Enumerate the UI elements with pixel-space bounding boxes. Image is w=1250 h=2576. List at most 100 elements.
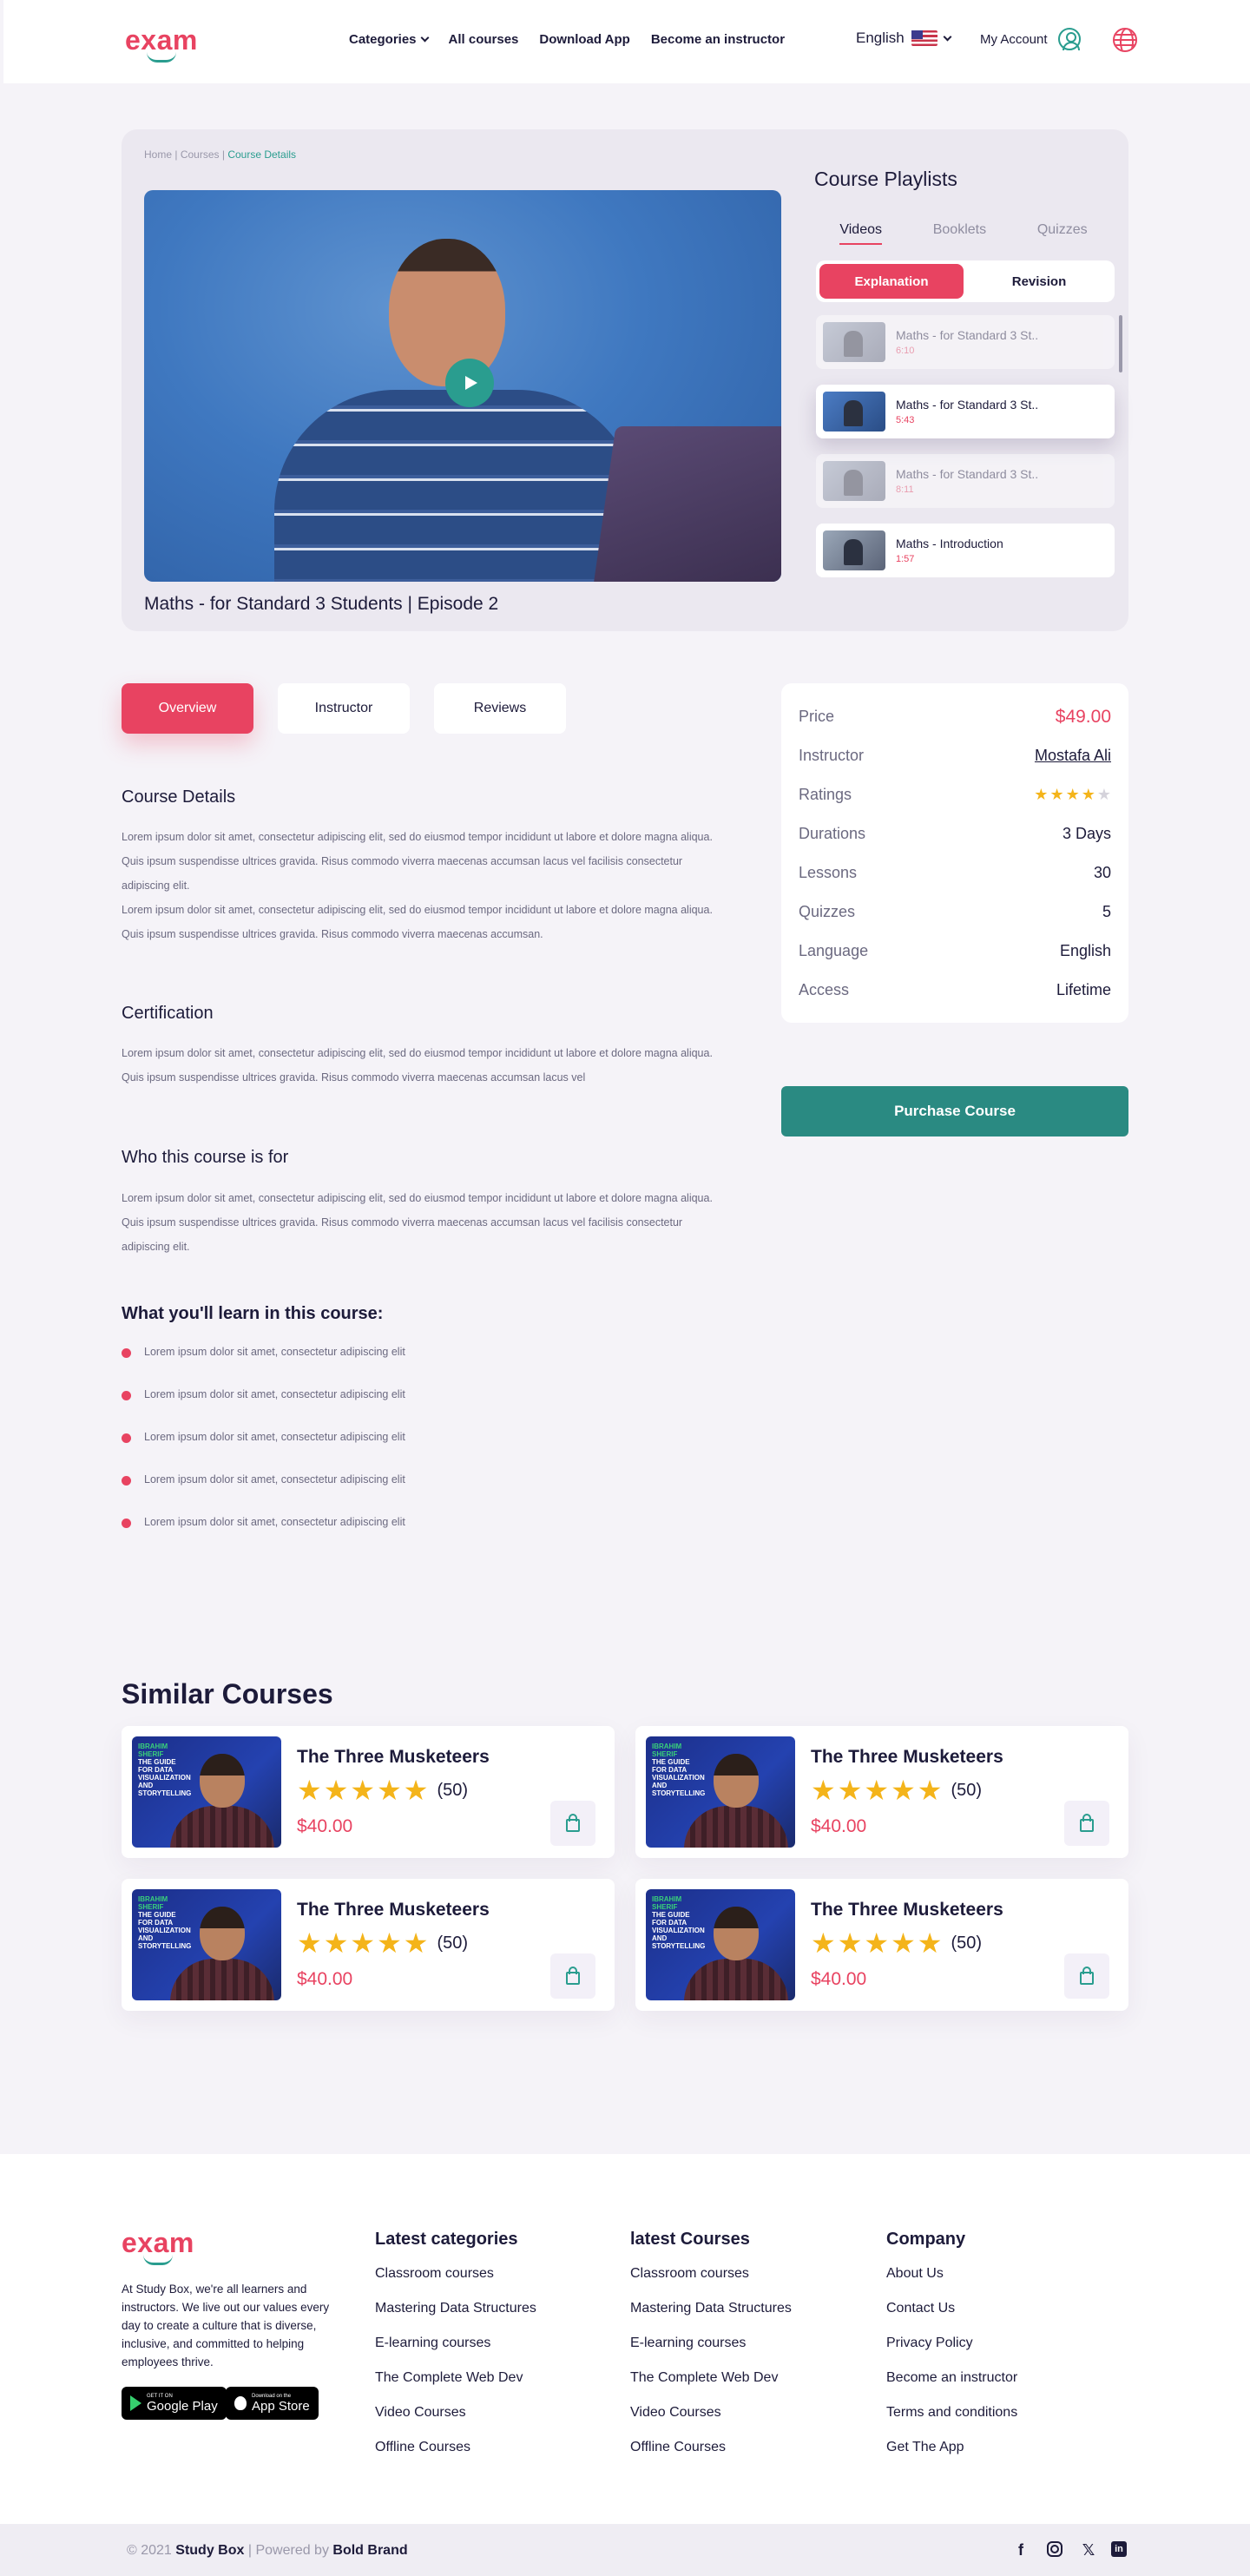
instagram-icon[interactable] [1047, 2541, 1062, 2557]
my-account[interactable]: My Account [980, 28, 1081, 50]
instructor-link[interactable]: Mostafa Ali [1035, 747, 1111, 765]
footer-column-latest-categories: Latest categories Classroom courses Master… [375, 2230, 536, 2465]
language-label: English [856, 30, 905, 46]
footer-link[interactable]: About Us [886, 2256, 1017, 2291]
course-card[interactable]: IBRAHIM SHERIF THE GUIDE FOR DATA VISUALI… [122, 1879, 615, 2011]
footer-link[interactable]: Video Courses [630, 2395, 792, 2430]
video-frame-shirt [274, 390, 639, 582]
course-card[interactable]: IBRAHIM SHERIF THE GUIDE FOR DATA VISUALI… [635, 1879, 1128, 2011]
add-to-cart-button[interactable] [550, 1953, 595, 1999]
course-thumbnail: IBRAHIM SHERIF THE GUIDE FOR DATA VISUALI… [646, 1889, 795, 2000]
footer-link[interactable]: Mastering Data Structures [630, 2291, 792, 2326]
tab-quizzes[interactable]: Quizzes [1037, 222, 1088, 245]
course-details-paragraph: Lorem ipsum dolor sit amet, consectetur … [122, 904, 713, 940]
access-value: Lifetime [1056, 981, 1111, 998]
play-icon[interactable] [445, 359, 494, 407]
nav-all-courses[interactable]: All courses [449, 32, 519, 47]
video-frame-laptop [592, 426, 781, 582]
list-item: Lorem ipsum dolor sit amet, consectetur … [122, 1431, 405, 1473]
breadcrumb-courses[interactable]: Courses [181, 148, 220, 161]
list-item-text: Lorem ipsum dolor sit amet, consectetur … [144, 1516, 405, 1528]
google-play-label: Google Play [147, 2398, 218, 2414]
footer-link[interactable]: Terms and conditions [886, 2395, 1017, 2430]
video-thumbnail [823, 530, 885, 570]
thumbnail-subtitle: THE GUIDE FOR DATA VISUALIZATION AND STO… [652, 1758, 706, 1797]
playlist-item[interactable]: Maths - for Standard 3 St.. 5:43 [816, 385, 1115, 438]
playlist-item[interactable]: Maths - for Standard 3 St.. 6:10 [816, 315, 1115, 369]
language-selector[interactable]: English [856, 30, 952, 47]
user-icon [1057, 28, 1081, 50]
revision-button[interactable]: Revision [967, 264, 1111, 299]
footer-link[interactable]: Become an instructor [886, 2361, 1017, 2395]
breadcrumb-home[interactable]: Home [144, 148, 172, 161]
playlist-item-meta: Maths - Introduction 1:57 [896, 537, 1003, 564]
star-icon: ★ [1081, 786, 1095, 803]
agency-name[interactable]: Bold Brand [332, 2543, 407, 2558]
language-row: Language English [799, 932, 1111, 971]
duration-value: 3 Days [1062, 825, 1111, 842]
footer-link[interactable]: Classroom courses [375, 2256, 536, 2291]
tab-reviews[interactable]: Reviews [434, 683, 566, 734]
shopping-bag-icon [1080, 1819, 1094, 1832]
video-player[interactable] [144, 190, 781, 582]
footer-link[interactable]: Privacy Policy [886, 2326, 1017, 2361]
thumbnail-caption: IBRAHIM SHERIF THE GUIDE FOR DATA VISUALI… [652, 1743, 706, 1797]
add-to-cart-button[interactable] [1064, 1953, 1109, 1999]
course-rating: ★ ★ ★ ★ ★ (50) [297, 1929, 468, 1957]
playlist-scrollbar[interactable] [1119, 315, 1122, 372]
course-card[interactable]: IBRAHIM SHERIF THE GUIDE FOR DATA VISUALI… [635, 1726, 1128, 1858]
thumbnail-shirt [684, 1806, 788, 1848]
footer-link[interactable]: Offline Courses [630, 2430, 792, 2465]
course-card[interactable]: IBRAHIM SHERIF THE GUIDE FOR DATA VISUALI… [122, 1726, 615, 1858]
purchase-course-button[interactable]: Purchase Course [781, 1086, 1128, 1136]
rating-count: (50) [951, 1934, 983, 1953]
tab-instructor[interactable]: Instructor [278, 683, 410, 734]
playlist-item[interactable]: Maths - Introduction 1:57 [816, 524, 1115, 577]
tab-overview[interactable]: Overview [122, 683, 253, 734]
explanation-button[interactable]: Explanation [819, 264, 964, 299]
bullet-icon [122, 1476, 131, 1486]
footer-link[interactable]: Classroom courses [630, 2256, 792, 2291]
thumbnail-face [200, 1907, 245, 1960]
footer-link[interactable]: Contact Us [886, 2291, 1017, 2326]
shopping-bag-icon [566, 1972, 580, 1985]
footer-link[interactable]: The Complete Web Dev [375, 2361, 536, 2395]
footer-column-company: Company About Us Contact Us Privacy Policy B… [886, 2230, 1017, 2465]
footer-link[interactable]: Mastering Data Structures [375, 2291, 536, 2326]
star-icon: ★ [297, 1775, 322, 1806]
thumbnail-shirt [684, 1959, 788, 2000]
course-thumbnail: IBRAHIM SHERIF THE GUIDE FOR DATA VISUALI… [132, 1736, 281, 1848]
footer-link[interactable]: The Complete Web Dev [630, 2361, 792, 2395]
linkedin-icon[interactable]: in [1111, 2541, 1127, 2557]
google-play-button[interactable]: GET IT ON Google Play [122, 2387, 227, 2420]
tab-booklets[interactable]: Booklets [933, 222, 986, 245]
footer-logo[interactable]: exam [122, 2229, 194, 2265]
breadcrumb: Home | Courses | Course Details [144, 148, 296, 161]
app-store-button[interactable]: Download on the App Store [226, 2387, 319, 2420]
logo[interactable]: exam [125, 26, 198, 63]
nav-become-instructor[interactable]: Become an instructor [651, 32, 785, 47]
globe-icon[interactable] [1113, 28, 1137, 52]
course-details-text: Lorem ipsum dolor sit amet, consectetur … [122, 825, 720, 946]
add-to-cart-button[interactable] [550, 1801, 595, 1846]
footer-link[interactable]: Get The App [886, 2430, 1017, 2465]
add-to-cart-button[interactable] [1064, 1801, 1109, 1846]
us-flag-icon [911, 30, 938, 46]
nav-categories[interactable]: Categories [349, 32, 429, 47]
tab-videos[interactable]: Videos [839, 222, 882, 245]
playlist-item[interactable]: Maths - for Standard 3 St.. 8:11 [816, 454, 1115, 508]
playlist-tabs: Videos Booklets Quizzes [814, 222, 1113, 245]
rating-stars: ★ ★ ★ ★ ★ [1034, 786, 1111, 804]
nav-download-app[interactable]: Download App [539, 32, 629, 47]
course-details-paragraph: Lorem ipsum dolor sit amet, consectetur … [122, 831, 713, 892]
footer-link[interactable]: E-learning courses [630, 2326, 792, 2361]
header: exam Categories All courses Download App… [3, 0, 1250, 83]
footer-link[interactable]: Offline Courses [375, 2430, 536, 2465]
twitter-icon[interactable]: 𝕏 [1080, 2541, 1097, 2559]
footer-link[interactable]: Video Courses [375, 2395, 536, 2430]
video-thumbnail [823, 322, 885, 362]
playlist-item-name: Maths - for Standard 3 St.. [896, 398, 1039, 412]
course-thumbnail: IBRAHIM SHERIF THE GUIDE FOR DATA VISUALI… [132, 1889, 281, 2000]
facebook-icon[interactable]: f [1012, 2541, 1030, 2559]
footer-link[interactable]: E-learning courses [375, 2326, 536, 2361]
